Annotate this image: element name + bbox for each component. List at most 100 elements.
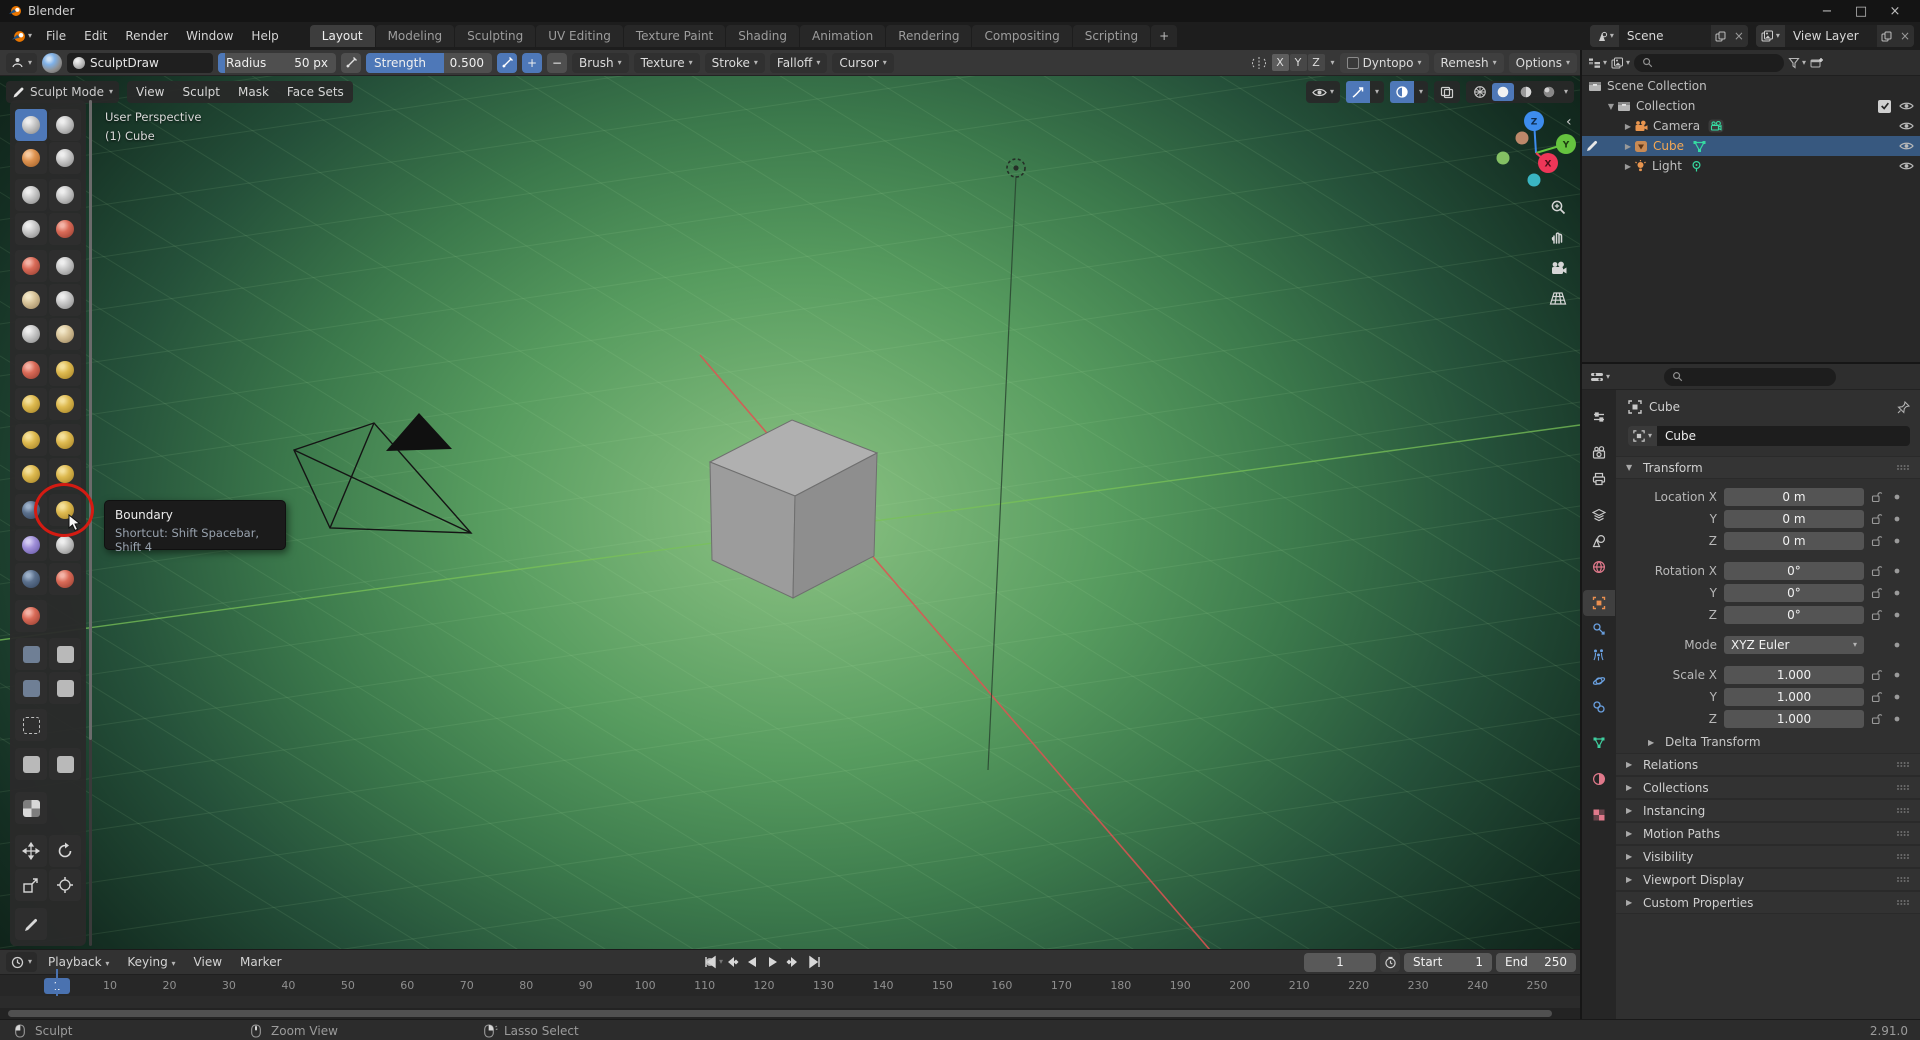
- tool-mask[interactable]: [15, 563, 47, 595]
- panel-custom-properties[interactable]: ▶ Custom Properties: [1616, 891, 1920, 914]
- strength-slider[interactable]: Strength 0.500: [366, 52, 493, 73]
- workspace-tab-sculpting[interactable]: Sculpting: [455, 25, 536, 47]
- lock-icon[interactable]: [1864, 713, 1890, 725]
- outliner-row-cube[interactable]: ▶ Cube: [1582, 136, 1920, 156]
- object-data-dropdown[interactable]: ▾: [1628, 426, 1658, 446]
- outliner-row-scene-collection[interactable]: Scene Collection: [1582, 76, 1920, 96]
- panel-relations[interactable]: ▶ Relations: [1616, 753, 1920, 776]
- play-button[interactable]: [763, 953, 782, 971]
- visibility-eye-icon[interactable]: [1899, 121, 1914, 131]
- shading-material-icon[interactable]: [1515, 83, 1537, 101]
- animate-dot[interactable]: [1890, 694, 1904, 700]
- next-keyframe-button[interactable]: [784, 953, 803, 971]
- tool-pose[interactable]: [49, 424, 81, 456]
- tool-flatten[interactable]: [15, 284, 47, 316]
- tool-boundary[interactable]: [49, 494, 81, 526]
- lock-icon[interactable]: [1864, 535, 1890, 547]
- animate-dot[interactable]: [1890, 642, 1904, 648]
- viewport-menu-face-sets[interactable]: Face Sets: [278, 81, 353, 103]
- tool-box-face-set[interactable]: [49, 672, 81, 704]
- delta-transform-panel[interactable]: ▶ Delta Transform: [1616, 731, 1920, 753]
- tool-mesh-filter[interactable]: [15, 748, 47, 780]
- property-value-mode[interactable]: XYZ Euler ▾: [1724, 636, 1864, 654]
- properties-search-input[interactable]: [1664, 367, 1837, 386]
- jump-to-start-button[interactable]: [700, 953, 719, 971]
- menu-edit[interactable]: Edit: [75, 26, 116, 46]
- new-collection-button[interactable]: [1810, 57, 1824, 69]
- tool-draw-face-sets[interactable]: [49, 563, 81, 595]
- new-scene-icon[interactable]: [1710, 25, 1730, 47]
- animate-dot[interactable]: [1890, 538, 1904, 544]
- stroke-dropdown[interactable]: Stroke ▾: [704, 52, 765, 73]
- shading-solid-icon[interactable]: [1491, 83, 1514, 101]
- tool-pinch[interactable]: [15, 354, 47, 386]
- timeline-menu-playback[interactable]: Playback ▾: [39, 952, 118, 972]
- visibility-eye-icon[interactable]: [1899, 101, 1914, 111]
- tool-transform[interactable]: [49, 869, 81, 901]
- current-frame-field[interactable]: 1: [1304, 952, 1376, 972]
- property-value-z[interactable]: 0°: [1724, 606, 1864, 624]
- tool-scale[interactable]: [15, 869, 47, 901]
- end-frame-field[interactable]: End 250: [1496, 952, 1576, 972]
- pan-tool-icon[interactable]: [1545, 224, 1571, 250]
- workspace-tab-shading[interactable]: Shading: [726, 25, 800, 47]
- tool-clay-strips[interactable]: [49, 142, 81, 174]
- tool-box-mask[interactable]: [15, 638, 47, 670]
- tool-cloth[interactable]: [15, 529, 47, 561]
- properties-tab-output[interactable]: [1584, 466, 1614, 492]
- brush-strength-add-button[interactable]: +: [522, 52, 543, 73]
- lock-icon[interactable]: [1864, 691, 1890, 703]
- viewport-menu-sculpt[interactable]: Sculpt: [174, 81, 229, 103]
- workspace-tab-scripting[interactable]: Scripting: [1072, 25, 1151, 47]
- animate-dot[interactable]: [1890, 516, 1904, 522]
- tool-annotate[interactable]: [15, 908, 47, 940]
- object-name-input[interactable]: Cube: [1657, 426, 1910, 446]
- workspace-tab-uv-editing[interactable]: UV Editing: [536, 25, 623, 47]
- tool-slide-relax[interactable]: [15, 494, 47, 526]
- properties-tab-particles[interactable]: [1584, 642, 1614, 668]
- visibility-eye-icon[interactable]: [1899, 161, 1914, 171]
- property-value-z[interactable]: 0 m: [1724, 532, 1864, 550]
- scene-selector[interactable]: ▾ Scene ×: [1589, 25, 1748, 47]
- properties-tab-constraints[interactable]: [1584, 694, 1614, 720]
- properties-tab-object-data[interactable]: [1584, 730, 1614, 756]
- lock-icon[interactable]: [1864, 587, 1890, 599]
- outliner-row-light[interactable]: ▶ Light: [1582, 156, 1920, 176]
- property-value-rotation-x[interactable]: 0°: [1724, 562, 1864, 580]
- property-value-location-x[interactable]: 0 m: [1724, 488, 1864, 506]
- tool-color-filter[interactable]: [15, 792, 47, 824]
- property-value-z[interactable]: 1.000: [1724, 710, 1864, 728]
- properties-editor-dropdown[interactable]: ▾: [1590, 371, 1610, 383]
- tool-simplify[interactable]: [49, 529, 81, 561]
- outliner-row-collection[interactable]: ▼ Collection: [1582, 96, 1920, 116]
- collapse-sidebar-icon[interactable]: ‹: [1566, 114, 1572, 130]
- radius-pressure-toggle[interactable]: [341, 52, 362, 73]
- tool-clay-thumb[interactable]: [15, 179, 47, 211]
- app-menu-button[interactable]: ▾: [6, 27, 37, 46]
- properties-tab-physics[interactable]: [1584, 668, 1614, 694]
- filter-dropdown[interactable]: ▾: [1788, 57, 1806, 69]
- animate-dot[interactable]: [1890, 716, 1904, 722]
- tool-smooth[interactable]: [49, 250, 81, 282]
- brush-preview[interactable]: [42, 52, 63, 73]
- object-visibility-dropdown[interactable]: ▾: [1305, 81, 1340, 103]
- panel-motion-paths[interactable]: ▶ Motion Paths: [1616, 822, 1920, 845]
- viewport-menu-mask[interactable]: Mask: [229, 81, 278, 103]
- brush-dropdown[interactable]: Brush ▾: [572, 52, 629, 73]
- animate-dot[interactable]: [1890, 672, 1904, 678]
- property-value-y[interactable]: 1.000: [1724, 688, 1864, 706]
- panel-visibility[interactable]: ▶ Visibility: [1616, 845, 1920, 868]
- tool-blob[interactable]: [49, 213, 81, 245]
- close-button[interactable]: ×: [1878, 0, 1912, 22]
- 3d-viewport[interactable]: Z Y X ‹ Sculpt Mode ▾ View Sculpt Mask Face…: [0, 76, 1580, 949]
- zoom-tool-icon[interactable]: [1545, 194, 1571, 220]
- overlays-toggle[interactable]: ▾: [1389, 81, 1428, 103]
- scene-icon[interactable]: ▾: [1589, 25, 1619, 47]
- tool-elastic-deform[interactable]: [15, 388, 47, 420]
- add-workspace-button[interactable]: +: [1151, 25, 1178, 47]
- tool-rotate-tool[interactable]: [49, 835, 81, 867]
- property-value-y[interactable]: 0°: [1724, 584, 1864, 602]
- properties-tab-texture[interactable]: [1584, 802, 1614, 828]
- tool-thumb[interactable]: [15, 424, 47, 456]
- tool-scrape[interactable]: [15, 318, 47, 350]
